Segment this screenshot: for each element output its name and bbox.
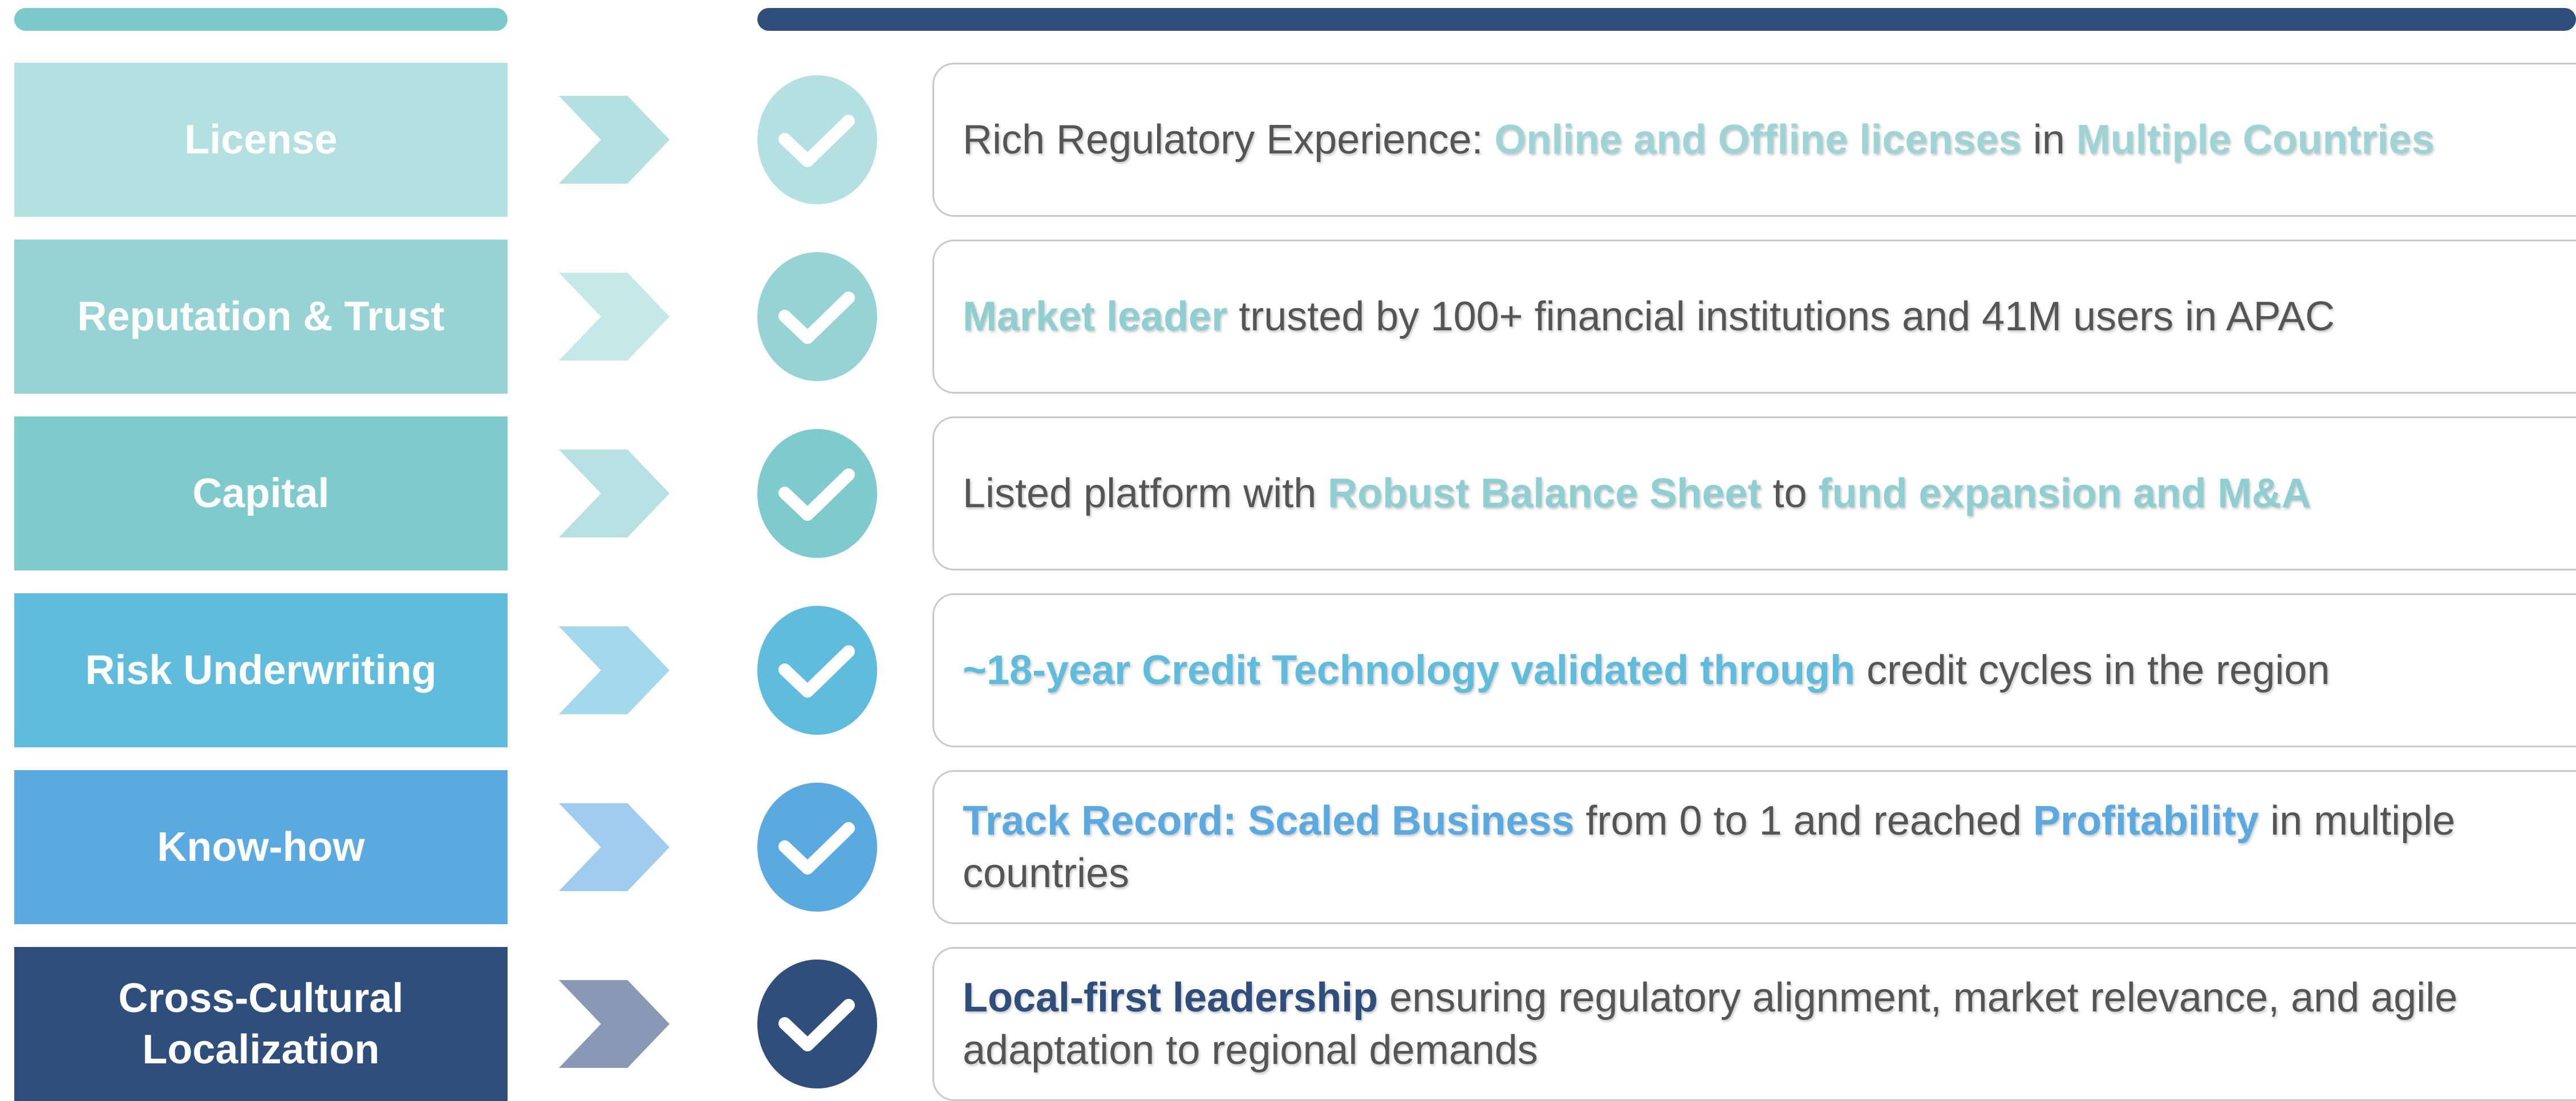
capability-label: Cross-Cultural Localization (118, 975, 404, 1072)
description-box: Listed platform with Robust Balance Shee… (932, 416, 2576, 570)
check-circle-icon (757, 429, 877, 558)
description-box: ~18-year Credit Technology validated thr… (932, 593, 2576, 747)
chevron-arrow-icon (559, 980, 670, 1068)
capability-row-know-how: Know-how Track Record: Scaled Business f… (0, 770, 2576, 924)
top-accent-bar-right (757, 8, 2576, 31)
description-plain-text: credit cycles in the region (1855, 647, 2330, 693)
description-text: Listed platform with Robust Balance Shee… (963, 467, 2311, 520)
capability-label-box: Capital (14, 416, 508, 570)
description-highlight: Track Record: Scaled Business (963, 798, 1575, 844)
capability-row-reputation: Reputation & Trust Market leader trusted… (0, 240, 2576, 394)
chevron-arrow-icon (559, 96, 670, 184)
check-circle-icon (757, 960, 877, 1088)
capability-label-box: Reputation & Trust (14, 240, 508, 394)
description-plain-text: trusted by 100+ financial institutions a… (1227, 294, 2335, 339)
top-accent-bar-left (14, 8, 508, 31)
chevron-arrow-icon (559, 803, 670, 891)
check-circle-icon (757, 75, 877, 204)
capability-label: Know-how (157, 824, 365, 870)
description-box: Local-first leadership ensuring regulato… (932, 947, 2576, 1101)
description-highlight: fund expansion and M&A (1818, 471, 2311, 516)
description-text: Local-first leadership ensuring regulato… (963, 972, 2542, 1076)
capability-row-license: License Rich Regulatory Experience: Onli… (0, 63, 2576, 217)
description-highlight: Robust Balance Sheet (1328, 471, 1762, 516)
capability-label-box: Know-how (14, 770, 508, 924)
description-plain-text: from 0 to 1 and reached (1574, 798, 2033, 844)
description-highlight: Profitability (2033, 798, 2259, 844)
description-box: Market leader trusted by 100+ financial … (932, 240, 2576, 394)
description-box: Rich Regulatory Experience: Online and O… (932, 63, 2576, 217)
chevron-arrow-icon (559, 450, 670, 537)
capability-row-risk-underwriting: Risk Underwriting ~18-year Credit Techno… (0, 593, 2576, 747)
description-highlight: Online and Offline licenses (1494, 117, 2022, 163)
capability-label: Risk Underwriting (85, 647, 437, 693)
description-highlight: Market leader (963, 294, 1228, 339)
description-plain-text: in (2021, 117, 2076, 163)
check-circle-icon (757, 252, 877, 381)
check-circle-icon (757, 606, 877, 735)
description-text: Market leader trusted by 100+ financial … (963, 290, 2335, 343)
capability-label: Capital (192, 471, 330, 516)
description-highlight: Local-first leadership (963, 975, 1378, 1021)
chevron-arrow-icon (559, 273, 670, 361)
capability-label-box: License (14, 63, 508, 217)
capability-label: License (184, 117, 338, 163)
capability-label-box: Cross-Cultural Localization (14, 947, 508, 1101)
description-box: Track Record: Scaled Business from 0 to … (932, 770, 2576, 924)
capability-row-localization: Cross-Cultural Localization Local-first … (0, 947, 2576, 1101)
capability-row-capital: Capital Listed platform with Robust Bala… (0, 416, 2576, 570)
description-plain-text: Listed platform with (963, 471, 1328, 516)
description-text: Track Record: Scaled Business from 0 to … (963, 795, 2542, 900)
check-circle-icon (757, 783, 877, 912)
description-plain-text: to (1761, 471, 1819, 516)
description-plain-text: Rich Regulatory Experience: (963, 117, 1495, 163)
description-text: ~18-year Credit Technology validated thr… (963, 644, 2330, 697)
description-highlight: ~18-year Credit Technology validated thr… (963, 647, 1855, 693)
capability-label-box: Risk Underwriting (14, 593, 508, 747)
chevron-arrow-icon (559, 626, 670, 714)
capability-label: Reputation & Trust (77, 294, 445, 339)
description-highlight: Multiple Countries (2076, 117, 2435, 163)
description-text: Rich Regulatory Experience: Online and O… (963, 114, 2435, 166)
